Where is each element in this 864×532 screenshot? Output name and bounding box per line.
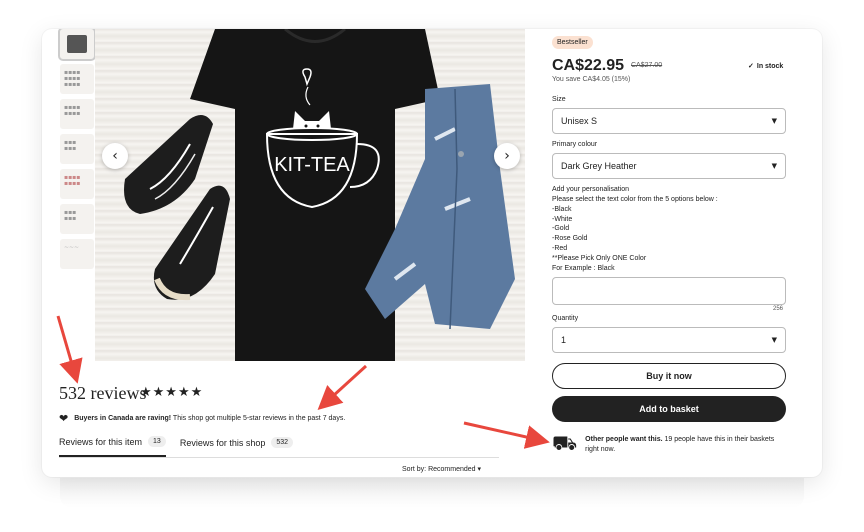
raving-bold-text: Buyers in Canada are raving! (74, 415, 172, 422)
size-value: Unisex S (561, 116, 598, 126)
colour-select[interactable]: Dark Grey Heather ▼ (552, 153, 786, 179)
instruction-line: Please select the text color from the 5 … (552, 196, 718, 203)
personalisation-label: Add your personalisation (552, 186, 630, 193)
personalisation-textarea[interactable] (552, 277, 786, 305)
basket-icon: ⛟ (552, 431, 578, 455)
check-icon: ✓ (748, 63, 754, 70)
original-price: CA$27.00 (631, 62, 663, 69)
character-count: 256 (773, 306, 784, 312)
shirt-print-text: KIT-TEA (274, 154, 350, 176)
colour-value: Dark Grey Heather (561, 161, 637, 171)
stock-label: In stock (756, 62, 784, 70)
current-price: CA$22.95 (552, 57, 625, 74)
instruction-line: -Red (552, 244, 568, 252)
stock-status: ✓ In stock (748, 62, 784, 71)
thumbnail[interactable]: ▪▪▪ ▪▪▪ (60, 134, 94, 164)
thumbnail[interactable]: ▪▪▪ ▪▪▪ (60, 204, 94, 234)
reviews-count-heading: 532 reviews (59, 383, 147, 403)
caret-down-icon: ▼ (771, 117, 777, 125)
tab-label: Reviews for this shop (179, 437, 266, 448)
bestseller-badge: Bestseller (552, 36, 593, 49)
thumbnail[interactable]: ▪▪▪▪ ▪▪▪▪ (60, 99, 94, 129)
tab-label: Reviews for this item (59, 436, 143, 447)
card-shadow (60, 478, 804, 508)
product-image: KIT-TEA (95, 29, 525, 361)
quantity-value: 1 (561, 335, 567, 345)
chevron-down-icon: ▾ (477, 466, 482, 473)
buy-now-button[interactable]: Buy it now (552, 363, 786, 389)
savings-text: You save CA$4.05 (15%) (552, 76, 631, 83)
raving-text: Buyers in Canada are raving! This shop g… (74, 415, 345, 422)
instruction-line: -White (552, 215, 573, 223)
thumbnail[interactable]: ▪▪▪▪ ▪▪▪▪ ▪▪▪▪ (60, 64, 94, 94)
chevron-right-icon: › (504, 148, 510, 164)
product-photo-illustration: KIT-TEA (124, 29, 515, 361)
personalisation-instructions: Please select the text color from the 5 … (552, 195, 786, 273)
thumbnail[interactable]: ▪▪▪▪ ▪▪▪▪ (60, 169, 94, 199)
thumbnail[interactable]: ~~~ (60, 239, 94, 269)
raving-rest-text: This shop got multiple 5-star reviews in… (171, 415, 346, 422)
tabs-divider (59, 457, 499, 458)
size-label: Size (552, 96, 566, 103)
add-to-basket-button[interactable]: Add to basket (552, 396, 786, 422)
instruction-line: -Black (552, 205, 572, 213)
previous-image-button[interactable]: ‹ (102, 143, 128, 169)
social-proof-notice: ⛟ Other people want this. 19 people have… (552, 433, 788, 455)
sort-label: Sort by: Recommended (402, 466, 476, 473)
next-image-button[interactable]: › (494, 143, 520, 169)
review-tabs: Reviews for this item 13 Reviews for thi… (59, 436, 294, 457)
instruction-line: For Example : Black (552, 264, 615, 272)
tab-count-badge: 532 (271, 437, 294, 448)
sneaker-left (124, 115, 213, 214)
thumbnail-strip: ▪▪▪▪ ▪▪▪▪ ▪▪▪▪ ▪▪▪▪ ▪▪▪▪ ▪▪▪ ▪▪▪ ▪▪▪▪ ▪▪▪▪ ▪▪… (58, 29, 96, 274)
quantity-label: Quantity (552, 315, 579, 322)
quantity-select[interactable]: 1 ▼ (552, 327, 786, 353)
product-card: ▪▪▪▪ ▪▪▪▪ ▪▪▪▪ ▪▪▪▪ ▪▪▪▪ ▪▪▪ ▪▪▪ ▪▪▪▪ ▪▪▪▪ ▪▪… (42, 29, 822, 477)
tab-reviews-item[interactable]: Reviews for this item 13 (59, 436, 166, 457)
tab-reviews-shop[interactable]: Reviews for this shop 532 (179, 436, 294, 457)
caret-down-icon: ▼ (771, 336, 777, 344)
instruction-line: -Rose Gold (552, 235, 588, 243)
social-proof-bold: Other people want this. (585, 436, 663, 443)
size-select[interactable]: Unisex S ▼ (552, 108, 786, 134)
chevron-left-icon: ‹ (112, 148, 118, 164)
rating-stars-icon: ★★★★★ (140, 385, 204, 400)
tab-count-badge: 13 (148, 436, 166, 447)
instruction-line: **Please Pick Only ONE Color (552, 254, 647, 262)
colour-label: Primary colour (552, 141, 598, 148)
caret-down-icon: ▼ (771, 162, 777, 170)
buyers-raving-notice: ❤ Buyers in Canada are raving! This shop… (59, 412, 345, 425)
instruction-line: -Gold (552, 225, 570, 233)
thumbnail[interactable] (58, 29, 96, 61)
sort-dropdown[interactable]: Sort by: Recommended ▾ (402, 465, 481, 473)
social-proof-text: Other people want this. 19 people have t… (585, 433, 788, 455)
heart-icon: ❤ (59, 412, 69, 425)
